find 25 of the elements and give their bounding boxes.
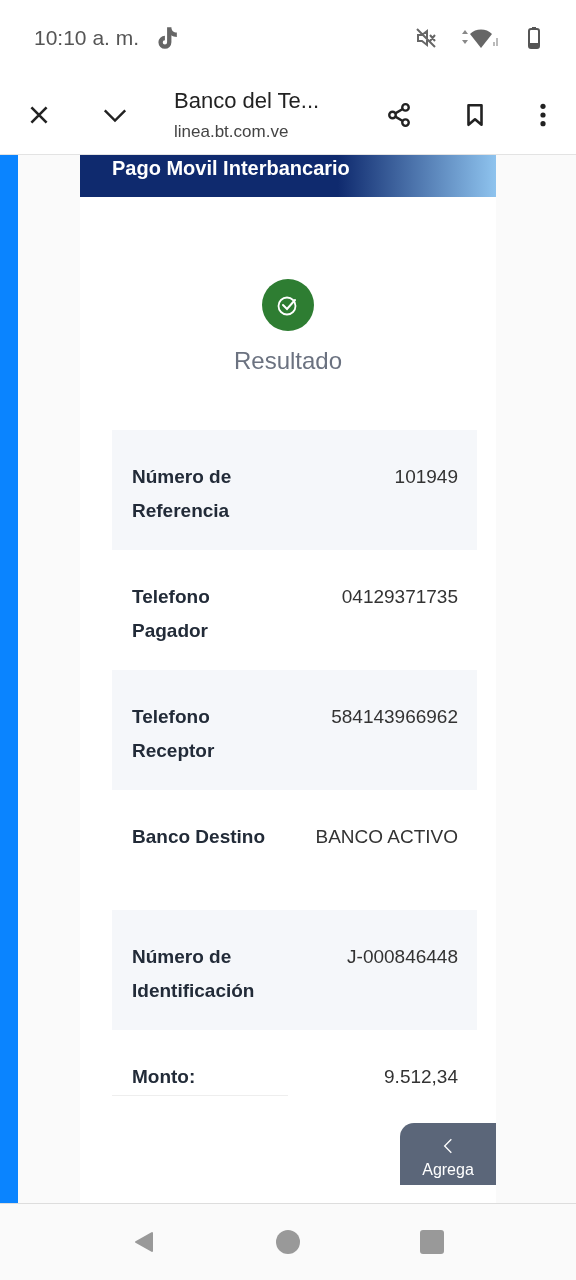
row-label: Monto: bbox=[132, 1065, 197, 1089]
more-options-icon[interactable] bbox=[538, 101, 548, 128]
mute-icon bbox=[414, 25, 438, 50]
add-button[interactable]: Agrega bbox=[400, 1123, 496, 1185]
row-value: 9.512,34 bbox=[383, 1065, 458, 1089]
result-heading: Resultado bbox=[233, 347, 343, 375]
page-url: linea.bt.com.ve bbox=[174, 121, 289, 142]
row-value: J-000846448 bbox=[346, 945, 458, 969]
row-value: 04129371735 bbox=[340, 585, 458, 609]
row-label: Número de Identificación bbox=[132, 945, 256, 1003]
home-icon[interactable] bbox=[276, 1230, 300, 1254]
back-icon[interactable] bbox=[132, 1230, 156, 1254]
row-value: 101949 bbox=[393, 465, 458, 489]
row-label: Número de Referencia bbox=[132, 465, 233, 523]
page-title: Banco del Te... bbox=[174, 87, 320, 114]
share-icon[interactable] bbox=[386, 101, 412, 128]
row-label: Banco Destino bbox=[132, 825, 267, 849]
row-label: Telefono Pagador bbox=[132, 585, 211, 643]
row-value: BANCO ACTIVO bbox=[314, 825, 458, 849]
chevron-left-icon bbox=[443, 1137, 453, 1155]
banner-title: Pago Movil Interbancario bbox=[112, 157, 350, 180]
clock-time: 10:10 a. m. bbox=[34, 25, 140, 50]
check-circle-icon bbox=[262, 279, 314, 331]
row-label: Telefono Receptor bbox=[132, 705, 216, 763]
row-value: 584143966962 bbox=[330, 705, 458, 729]
